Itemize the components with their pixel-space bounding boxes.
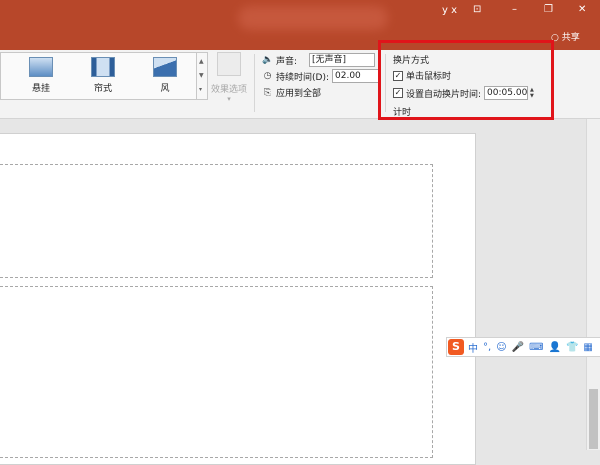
transition-label: 风: [160, 84, 170, 94]
title-placeholder[interactable]: [0, 164, 433, 278]
duration-label: 持续时间(D):: [276, 72, 329, 83]
user-name[interactable]: y x: [442, 5, 457, 16]
sound-select[interactable]: [无声音]: [309, 53, 376, 67]
chinese-mode-icon[interactable]: 中: [468, 340, 478, 355]
microphone-icon[interactable]: 🎤: [512, 342, 524, 353]
wind-transition-icon: [153, 57, 177, 77]
highlight-box: [378, 40, 554, 120]
vertical-scrollbar[interactable]: [586, 119, 600, 450]
chevron-down-icon[interactable]: ▼: [199, 72, 204, 79]
transition-gallery: 悬挂 帘式 风: [0, 52, 197, 100]
toolbox-icon[interactable]: ▦: [583, 342, 592, 353]
effect-options-label: 效果选项: [210, 85, 247, 95]
transition-hang[interactable]: 悬挂: [21, 57, 61, 94]
slide-canvas[interactable]: [0, 133, 476, 465]
sogou-logo-icon[interactable]: S: [448, 339, 464, 355]
ime-toolbar: S 中 °, ☺ 🎤 ⌨ 👤 👕 ▦: [446, 337, 600, 357]
punctuation-icon[interactable]: °,: [483, 342, 491, 353]
transition-wind[interactable]: 风: [145, 57, 185, 94]
effect-options-icon: [217, 52, 241, 76]
user-icon[interactable]: 👤: [549, 342, 561, 353]
hang-transition-icon: [29, 57, 53, 77]
speaker-icon: 🔈: [262, 55, 274, 65]
effect-options-button[interactable]: 效果选项 ▾: [209, 52, 249, 103]
divider: [254, 54, 255, 112]
scrollbar-thumb[interactable]: [589, 389, 598, 449]
clock-icon: ◷: [263, 71, 272, 81]
chevron-up-icon[interactable]: ▲: [199, 58, 204, 65]
apply-to-all-button[interactable]: ⎘ 应用到全部: [262, 86, 322, 100]
minimize-button[interactable]: –: [512, 3, 517, 17]
share-button[interactable]: ○ 共享: [551, 30, 580, 43]
chevron-down-icon: ▾: [227, 95, 231, 103]
transition-label: 帘式: [93, 84, 112, 94]
sound-row: 🔈 声音: [无声音]: [262, 53, 376, 67]
duration-input[interactable]: 02.00: [332, 69, 380, 83]
restore-button[interactable]: ❐: [544, 3, 553, 17]
more-icon[interactable]: ▾: [199, 86, 202, 93]
close-button[interactable]: ✕: [578, 3, 586, 17]
keyboard-icon[interactable]: ⌨: [529, 342, 543, 353]
share-label: 共享: [561, 33, 580, 43]
emoji-icon[interactable]: ☺: [496, 342, 506, 353]
content-placeholder[interactable]: [0, 286, 433, 458]
transition-curtain[interactable]: 帘式: [83, 57, 123, 94]
apply-all-icon: ⎘: [263, 87, 272, 98]
duration-row: ◷ 持续时间(D): 02.00: [262, 69, 380, 83]
curtain-transition-icon: [91, 57, 115, 77]
skin-icon[interactable]: 👕: [566, 342, 578, 353]
transition-label: 悬挂: [31, 84, 50, 94]
sound-label: 声音:: [276, 56, 298, 67]
apply-all-label: 应用到全部: [276, 89, 322, 99]
gallery-scrollbar[interactable]: ▲ ▼ ▾: [196, 52, 208, 100]
blurred-title-region: [238, 6, 388, 30]
ribbon-display-options-button[interactable]: ⊡: [473, 3, 481, 17]
